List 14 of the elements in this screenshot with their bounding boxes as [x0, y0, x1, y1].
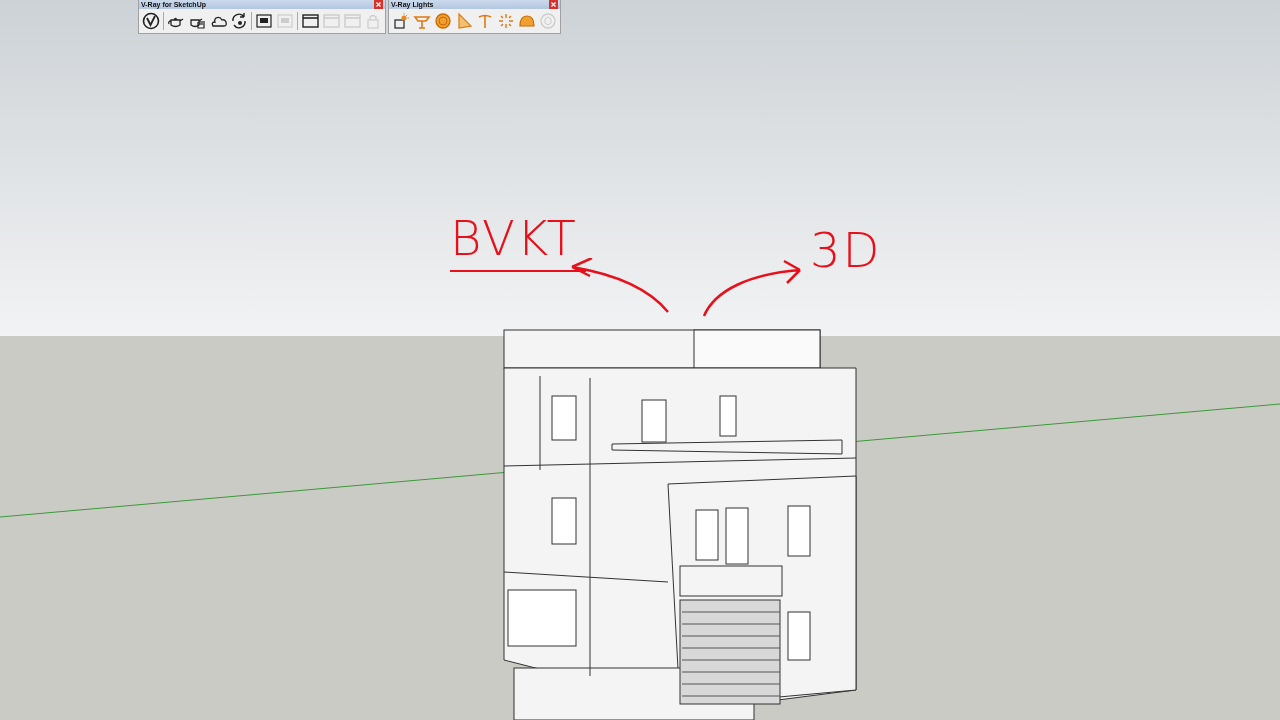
ies-light-icon[interactable]: [476, 12, 494, 30]
frame-buffer-icon[interactable]: [255, 12, 273, 30]
light-generator-icon[interactable]: [392, 12, 410, 30]
dome-light-icon[interactable]: [518, 12, 536, 30]
sphere-light-icon[interactable]: [434, 12, 452, 30]
handwritten-note: 3D: [810, 226, 882, 274]
refresh-icon[interactable]: [230, 12, 248, 30]
window-icon[interactable]: [301, 12, 319, 30]
close-icon[interactable]: [374, 0, 383, 9]
close-icon[interactable]: [549, 0, 558, 9]
vray-logo-icon[interactable]: [142, 12, 160, 30]
handwritten-note: BVKT: [450, 214, 586, 272]
spot-light-icon[interactable]: [455, 12, 473, 30]
omni-light-icon[interactable]: [497, 12, 515, 30]
